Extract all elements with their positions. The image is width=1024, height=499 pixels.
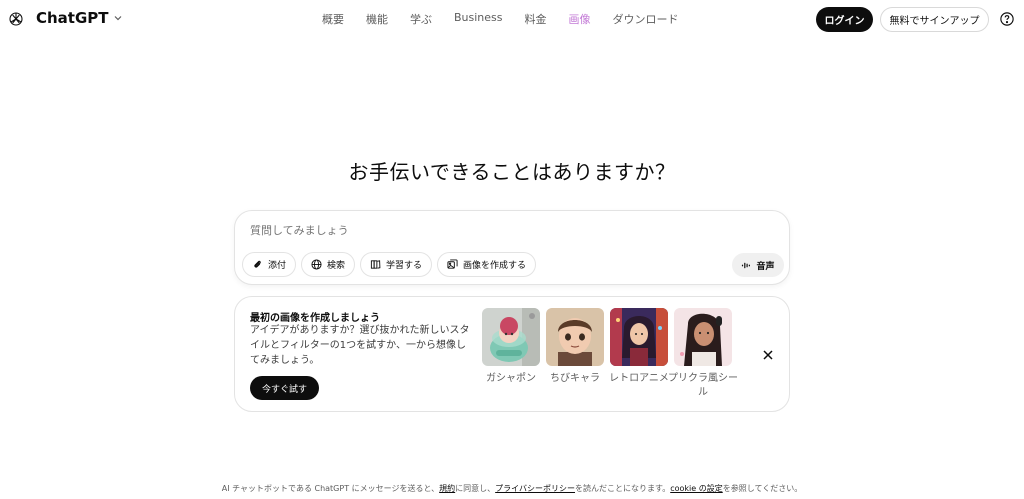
login-button[interactable]: ログイン <box>816 7 873 32</box>
brand-name: ChatGPT <box>36 9 109 27</box>
terms-link[interactable]: 規約 <box>439 484 455 493</box>
purikura-image <box>674 308 732 366</box>
retro-anime-image <box>610 308 668 366</box>
footer-text-c: を読んだことになります。 <box>575 484 671 493</box>
style-chibi[interactable]: ちびキャラ <box>546 308 604 400</box>
nav-images[interactable]: 画像 <box>569 11 591 27</box>
chat-composer: 添付 検索 学習する 画像を作成する 音声 <box>234 210 790 285</box>
chevron-down-icon <box>114 16 121 21</box>
top-header: ChatGPT 概要 機能 学ぶ Business 料金 画像 ダウンロード ロ… <box>0 0 1024 40</box>
nav-download[interactable]: ダウンロード <box>613 11 679 27</box>
search-label: 検索 <box>327 261 346 271</box>
signup-button[interactable]: 無料でサインアップ <box>880 7 989 32</box>
voice-label: 音声 <box>756 261 775 272</box>
style-purikura[interactable]: プリクラ風シール <box>668 308 738 400</box>
purikura-label: プリクラ風シール <box>668 373 738 398</box>
composer-tools: 添付 検索 学習する 画像を作成する <box>242 252 537 277</box>
prompt-input[interactable] <box>250 224 750 237</box>
nav-business[interactable]: Business <box>454 11 503 27</box>
search-button[interactable]: 検索 <box>301 252 356 277</box>
style-thumbnails: ガシャポン ちびキャラ レトロアニメ プリクラ風シール <box>482 308 738 400</box>
style-gashapon[interactable]: ガシャポン <box>482 308 540 400</box>
nav-learn[interactable]: 学ぶ <box>410 11 432 27</box>
voice-wave-icon <box>742 262 751 268</box>
help-icon[interactable] <box>1000 12 1014 26</box>
footer-disclaimer: AI チャットボットである ChatGPT にメッセージを送ると、規約に同意し、… <box>0 483 1024 494</box>
footer-text-a: AI チャットボットである ChatGPT にメッセージを送ると、 <box>221 484 440 493</box>
model-switcher[interactable]: ChatGPT <box>36 9 123 27</box>
promo-title: 最初の画像を作成しましょう <box>250 313 380 324</box>
chibi-image <box>546 308 604 366</box>
nav-overview[interactable]: 概要 <box>322 11 344 27</box>
close-icon[interactable] <box>762 349 774 361</box>
chibi-label: ちびキャラ <box>550 373 600 384</box>
footer-text-d: を参照してください。 <box>722 484 803 493</box>
nav-pricing[interactable]: 料金 <box>525 11 547 27</box>
cookie-settings-link[interactable]: cookie の設定 <box>670 484 723 493</box>
create-image-button[interactable]: 画像を作成する <box>437 252 537 277</box>
attach-button[interactable]: 添付 <box>242 252 297 277</box>
gashapon-image <box>482 308 540 366</box>
page-heading: お手伝いできることはありますか？ <box>348 160 676 184</box>
openai-logo-icon[interactable] <box>8 11 24 27</box>
footer-text-b: に同意し、 <box>455 484 496 493</box>
try-now-button[interactable]: 今すぐ試す <box>250 376 319 400</box>
style-retro-anime[interactable]: レトロアニメ <box>609 308 669 400</box>
privacy-link[interactable]: プライバシーポリシー <box>495 484 575 493</box>
image-promo-card: 最初の画像を作成しましょう アイデアがありますか？選び抜かれた新しいスタイルとフ… <box>234 296 790 412</box>
voice-button[interactable]: 音声 <box>732 253 784 277</box>
create-image-label: 画像を作成する <box>463 261 527 271</box>
promo-description: アイデアがありますか？選び抜かれた新しいスタイルとフィルターの1つを試すか、一か… <box>250 325 470 366</box>
study-button[interactable]: 学習する <box>360 252 433 277</box>
globe-icon <box>311 259 322 270</box>
paperclip-icon <box>254 260 261 268</box>
retro-anime-label: レトロアニメ <box>609 373 669 384</box>
nav-features[interactable]: 機能 <box>366 11 388 27</box>
study-label: 学習する <box>386 261 423 271</box>
gashapon-label: ガシャポン <box>486 373 536 384</box>
main-nav: 概要 機能 学ぶ Business 料金 画像 ダウンロード <box>322 11 701 27</box>
book-icon <box>370 260 381 269</box>
attach-label: 添付 <box>268 261 287 271</box>
image-icon <box>447 259 458 269</box>
